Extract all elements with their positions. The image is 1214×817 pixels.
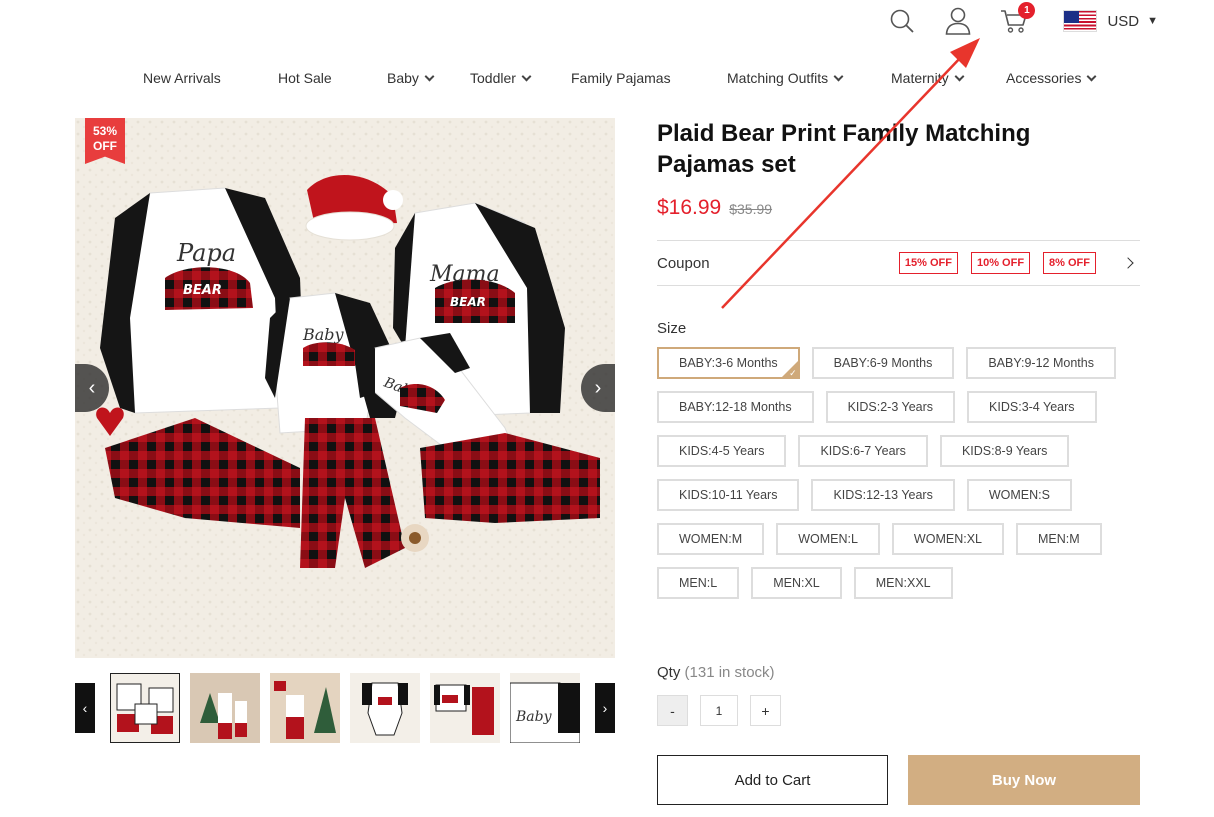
size-option[interactable]: KIDS:6-7 Years: [798, 435, 928, 467]
size-option-selected[interactable]: BABY:3-6 Months: [657, 347, 800, 379]
svg-text:Baby: Baby: [515, 709, 553, 725]
add-to-cart-button[interactable]: Add to Cart: [657, 755, 888, 805]
nav-item-toddler[interactable]: Toddler: [470, 70, 532, 86]
size-option[interactable]: BABY:12-18 Months: [657, 391, 814, 423]
chevron-down-icon: [521, 71, 532, 81]
shirt-text-bear-mama: BEAR: [450, 295, 486, 309]
thumbnail-6[interactable]: Baby: [510, 673, 580, 743]
chevron-down-icon: [954, 71, 965, 81]
size-option[interactable]: KIDS:3-4 Years: [967, 391, 1097, 423]
nav-item-accessories[interactable]: Accessories: [1006, 70, 1097, 86]
stock-count: (131 in stock): [684, 664, 775, 681]
coupon-tag[interactable]: 10% OFF: [970, 252, 1031, 274]
size-option[interactable]: MEN:L: [657, 567, 740, 599]
thumbnail-strip: ‹ Baby ›: [75, 672, 615, 744]
qty-label: Qty (131 in stock): [657, 664, 775, 681]
buy-now-button[interactable]: Buy Now: [908, 755, 1140, 805]
thumbnail-next-button[interactable]: ›: [595, 683, 615, 733]
size-option[interactable]: BABY:6-9 Months: [811, 347, 955, 379]
size-option[interactable]: MEN:M: [1015, 523, 1102, 555]
qty-increase-button[interactable]: +: [750, 695, 781, 726]
nav-item-matching-outfits[interactable]: Matching Outfits: [727, 70, 844, 86]
coupon-row[interactable]: Coupon 15% OFF 10% OFF 8% OFF: [657, 240, 1140, 286]
shirt-text-bear-papa: BEAR: [183, 283, 222, 298]
thumbnail-5[interactable]: [430, 673, 500, 743]
user-icon[interactable]: [943, 6, 973, 36]
size-option[interactable]: WOMEN:L: [776, 523, 880, 555]
chevron-down-icon: [833, 71, 844, 81]
thumbnail-4[interactable]: [350, 673, 420, 743]
size-option[interactable]: KIDS:4-5 Years: [657, 435, 787, 467]
cart-icon[interactable]: 1: [999, 2, 1036, 36]
nav-item-maternity[interactable]: Maternity: [891, 70, 965, 86]
shirt-text-baby: Baby: [302, 325, 345, 344]
us-flag-icon: [1063, 10, 1098, 32]
chevron-right-icon: [1122, 257, 1134, 269]
size-option[interactable]: WOMEN:S: [966, 479, 1072, 511]
qty-input[interactable]: 1: [700, 695, 738, 726]
size-option[interactable]: MEN:XXL: [853, 567, 953, 599]
currency-label: USD: [1107, 12, 1140, 30]
product-main-image[interactable]: 53% OFF Papa BEAR Mama BEAR Baby ‹ ›: [75, 118, 615, 658]
coupon-tag[interactable]: 8% OFF: [1043, 252, 1096, 274]
search-icon[interactable]: [887, 6, 917, 36]
shirt-text-papa: Papa: [176, 239, 236, 267]
price-row: $16.99 $35.99: [657, 196, 772, 220]
size-option[interactable]: WOMEN:XL: [891, 523, 1004, 555]
nav-item-baby[interactable]: Baby: [387, 70, 435, 86]
size-option[interactable]: KIDS:2-3 Years: [825, 391, 956, 423]
size-label: Size: [657, 320, 687, 337]
coupon-label: Coupon: [657, 254, 710, 272]
quantity-stepper: - 1 +: [657, 695, 781, 726]
sale-price: $16.99: [657, 196, 722, 219]
size-options: BABY:3-6 Months BABY:6-9 Months BABY:9-1…: [657, 347, 1140, 611]
main-nav: New Arrivals Hot Sale Baby Toddler Famil…: [0, 70, 1214, 92]
original-price: $35.99: [729, 201, 773, 217]
chevron-down-icon: [1087, 71, 1097, 81]
nav-item-new-arrivals[interactable]: New Arrivals: [143, 70, 221, 86]
size-option[interactable]: KIDS:12-13 Years: [811, 479, 955, 511]
size-option[interactable]: KIDS:8-9 Years: [939, 435, 1070, 467]
product-title: Plaid Bear Print Family Matching Pajamas…: [657, 120, 1031, 178]
coupon-tags: 15% OFF 10% OFF 8% OFF: [886, 252, 1096, 274]
nav-item-hot-sale[interactable]: Hot Sale: [278, 70, 332, 86]
size-option[interactable]: MEN:XL: [751, 567, 842, 599]
chevron-down-icon: ▼: [1147, 15, 1158, 27]
coupon-tag[interactable]: 15% OFF: [898, 252, 958, 274]
size-option[interactable]: BABY:9-12 Months: [966, 347, 1116, 379]
qty-decrease-button[interactable]: -: [657, 695, 688, 726]
currency-selector[interactable]: USD ▼: [1063, 10, 1158, 32]
thumbnail-3[interactable]: [270, 673, 340, 743]
thumbnail-1[interactable]: [110, 673, 180, 743]
pajamas-illustration: Papa BEAR Mama BEAR Baby Baby: [75, 118, 615, 658]
chevron-down-icon: [424, 71, 435, 81]
size-option[interactable]: KIDS:10-11 Years: [657, 479, 800, 511]
nav-item-family-pajamas[interactable]: Family Pajamas: [571, 70, 671, 86]
size-option[interactable]: WOMEN:M: [657, 523, 765, 555]
thumbnail-prev-button[interactable]: ‹: [75, 683, 95, 733]
cart-count-badge: 1: [1018, 2, 1036, 19]
header-actions: 1 USD ▼: [861, 2, 1158, 36]
thumbnail-2[interactable]: [190, 673, 260, 743]
